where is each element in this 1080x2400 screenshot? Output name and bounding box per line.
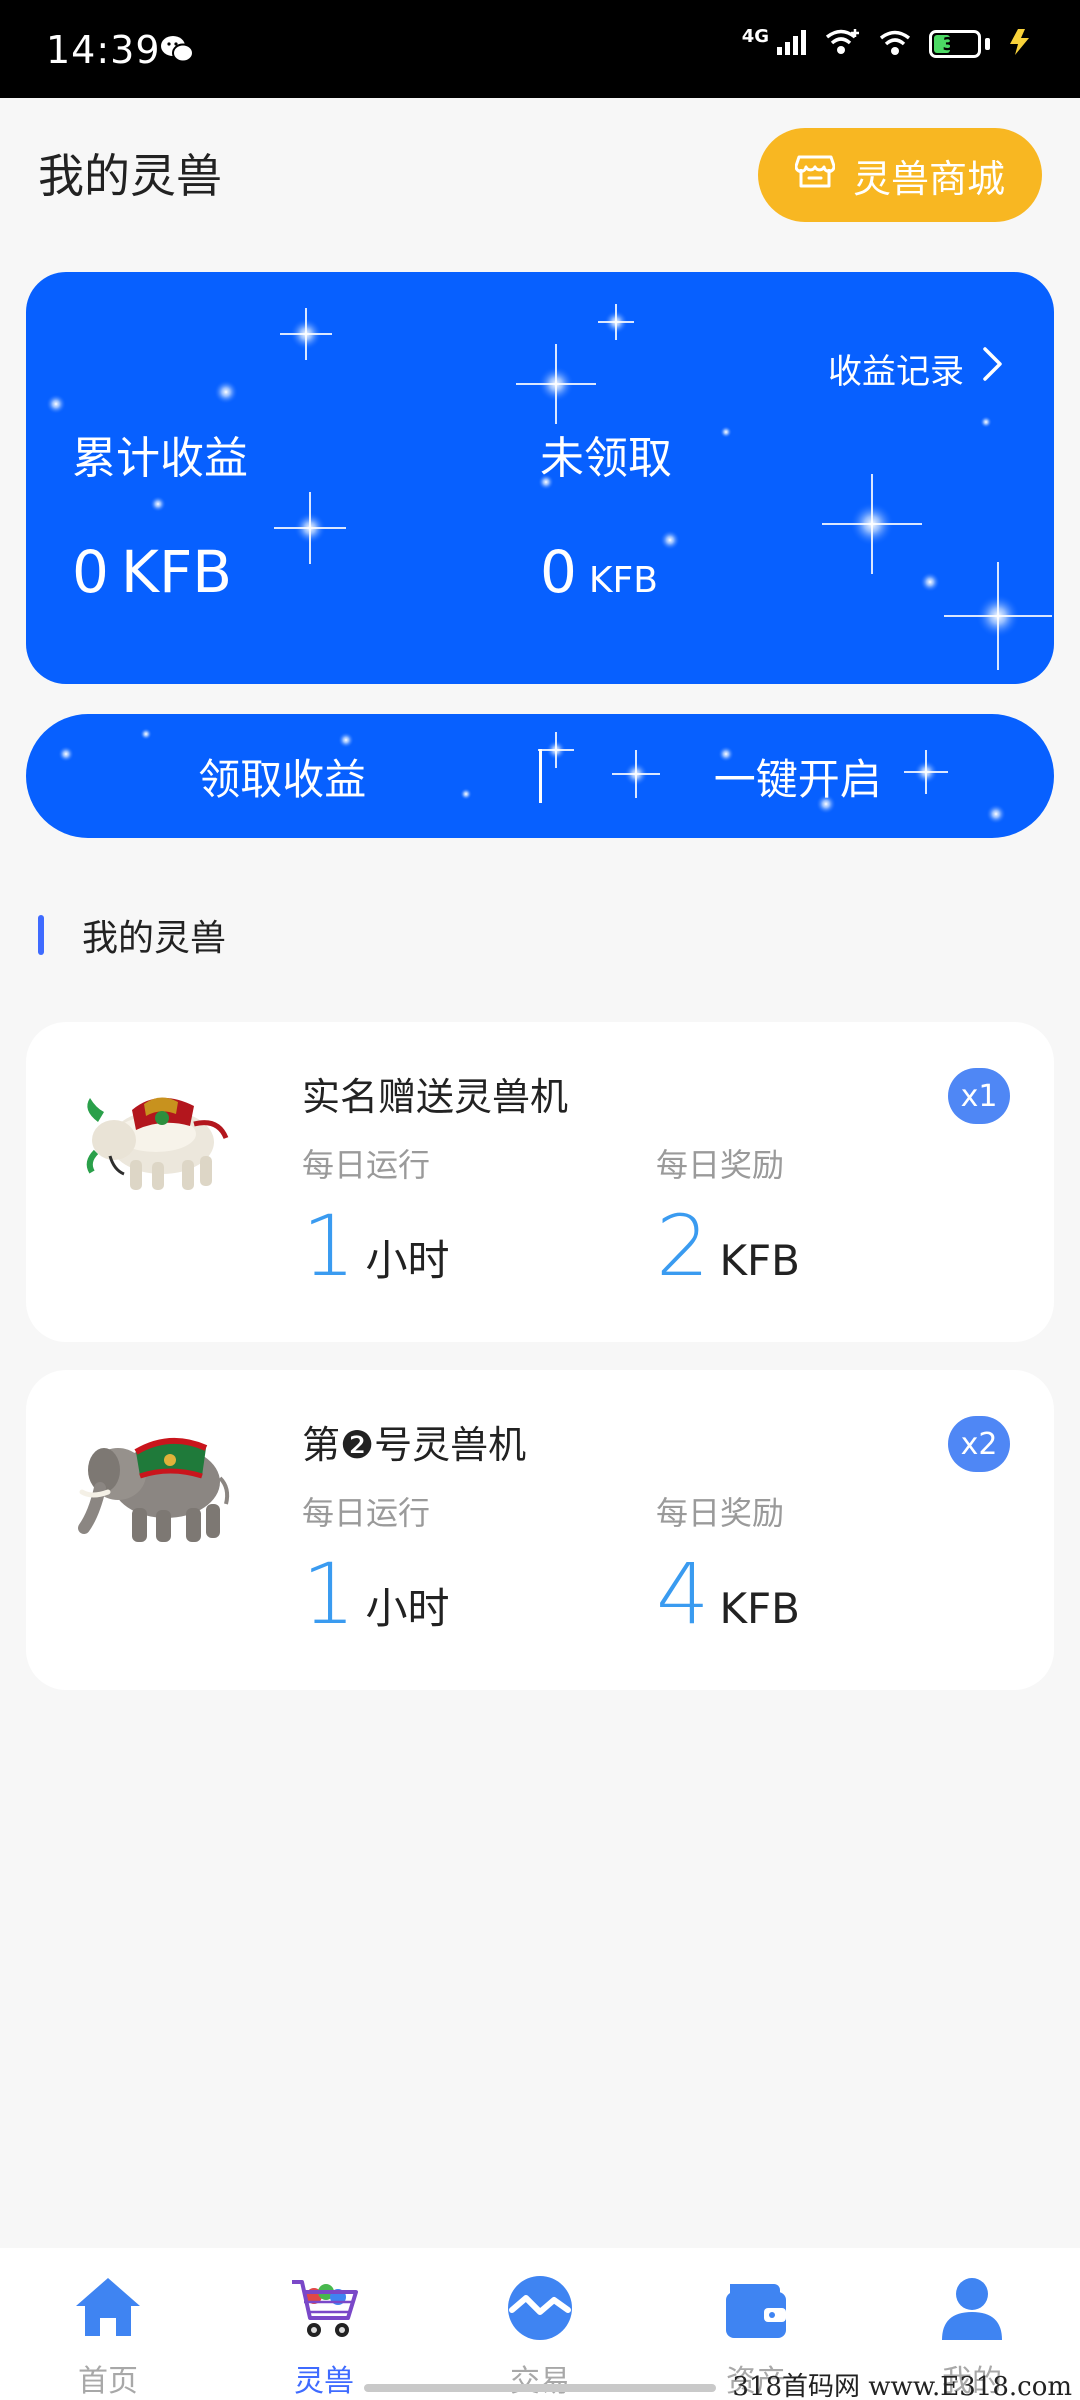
daily-run: 每日运行 1 小时 xyxy=(302,1488,449,1636)
daily-run-value: 1 小时 xyxy=(302,1552,449,1636)
sparkle xyxy=(920,572,940,592)
claim-earnings-button[interactable]: 领取收益 xyxy=(26,746,539,807)
earnings-card: 收益记录 累计收益 0 KFB 未领取 0 KFB xyxy=(26,272,1054,684)
sparkle-ray xyxy=(822,474,922,574)
daily-run-unit: 小时 xyxy=(365,1584,450,1633)
earnings-record-label: 收益记录 xyxy=(828,352,964,392)
nav-label-home: 首页 xyxy=(78,2364,138,2399)
section-accent-bar xyxy=(38,915,44,955)
network-type: 4G xyxy=(741,25,769,47)
battery-level: 37 xyxy=(942,33,968,55)
home-icon xyxy=(76,2278,140,2336)
daily-reward-number: 4 xyxy=(656,1545,710,1643)
daily-run-number: 1 xyxy=(302,1545,356,1643)
earnings-record-link[interactable]: 收益记录 xyxy=(828,344,1004,393)
sparkle xyxy=(140,728,152,740)
total-earnings-unit: KFB xyxy=(120,538,233,606)
unclaimed-unit: KFB xyxy=(588,560,658,601)
sparkle-ray xyxy=(598,304,634,340)
daily-reward-value: 2 KFB xyxy=(656,1204,800,1288)
sparkle-ray xyxy=(280,308,332,360)
daily-reward-number: 2 xyxy=(656,1197,710,1295)
sparkle xyxy=(986,804,1006,824)
daily-run-unit: 小时 xyxy=(365,1236,450,1285)
wifi-plus-icon xyxy=(825,28,861,60)
store-icon xyxy=(794,153,836,198)
status-icons: 4G 37 xyxy=(741,25,1032,60)
section-header: 我的灵兽 xyxy=(38,914,226,959)
daily-reward-unit: KFB xyxy=(719,1236,800,1285)
chevron-right-icon xyxy=(982,346,1004,391)
beast-card[interactable]: 第❷号灵兽机 x2 每日运行 1 小时 每日奖励 4 KFB xyxy=(26,1370,1054,1690)
daily-reward: 每日奖励 2 KFB xyxy=(656,1140,800,1288)
daily-reward-label: 每日奖励 xyxy=(656,1494,785,1532)
sparkle-ray xyxy=(944,562,1052,670)
watermark: 318首码网 www.E318.com xyxy=(732,2372,1072,2400)
daily-run-number: 1 xyxy=(302,1197,356,1295)
elephant-image xyxy=(78,1437,230,1542)
daily-reward-value: 4 KFB xyxy=(656,1552,800,1636)
sparkle-ray xyxy=(516,344,596,424)
beast-quantity-badge: x1 xyxy=(948,1068,1010,1124)
battery-cap xyxy=(985,38,990,50)
daily-run-label: 每日运行 xyxy=(302,1146,431,1184)
section-title: 我的灵兽 xyxy=(82,918,227,959)
total-earnings-value: 0 KFB xyxy=(72,538,248,606)
unclaimed-label: 未领取 xyxy=(540,433,672,484)
beast-name: 第❷号灵兽机 xyxy=(302,1423,527,1467)
daily-reward-label: 每日奖励 xyxy=(656,1146,785,1184)
wallet-icon xyxy=(726,2284,786,2338)
total-earnings-number: 0 xyxy=(72,538,109,606)
nav-item-trade[interactable]: 交易 xyxy=(432,2248,648,2400)
unclaimed-earnings: 未领取 0 KFB xyxy=(540,422,672,606)
cart-icon xyxy=(292,2280,358,2337)
beast-quantity-badge: x2 xyxy=(948,1416,1010,1472)
sparkle-ray xyxy=(274,492,346,564)
action-bar: 领取收益 一键开启 xyxy=(26,714,1054,838)
unclaimed-number: 0 xyxy=(540,538,577,606)
nav-item-home[interactable]: 首页 xyxy=(0,2248,216,2400)
daily-run-label: 每日运行 xyxy=(302,1494,431,1532)
beast-name: 实名赠送灵兽机 xyxy=(302,1075,569,1119)
total-earnings-label: 累计收益 xyxy=(72,433,248,484)
sparkle xyxy=(46,394,66,414)
wechat-icon xyxy=(160,34,194,68)
status-bar: 14:39 4G 37 xyxy=(0,0,1080,98)
one-click-start-button[interactable]: 一键开启 xyxy=(542,746,1055,807)
white-beast-image xyxy=(86,1097,229,1190)
trade-icon xyxy=(508,2276,572,2340)
status-time: 14:39 xyxy=(46,28,161,72)
battery-icon: 37 xyxy=(929,30,981,58)
beast-shop-label: 灵兽商城 xyxy=(852,156,1005,201)
sparkle xyxy=(980,416,992,428)
page-title: 我的灵兽 xyxy=(38,149,222,203)
daily-reward: 每日奖励 4 KFB xyxy=(656,1488,800,1636)
user-icon xyxy=(942,2278,1002,2340)
nav-item-beast[interactable]: 灵兽 xyxy=(216,2248,432,2400)
signal-icon xyxy=(777,29,807,59)
beast-shop-button[interactable]: 灵兽商城 xyxy=(758,128,1042,222)
sparkle xyxy=(720,426,732,438)
unclaimed-value: 0 KFB xyxy=(540,538,672,606)
daily-reward-unit: KFB xyxy=(719,1584,800,1633)
wifi-icon xyxy=(879,29,911,59)
total-earnings: 累计收益 0 KFB xyxy=(72,422,248,606)
home-indicator[interactable] xyxy=(364,2384,716,2392)
beast-card[interactable]: 实名赠送灵兽机 x1 每日运行 1 小时 每日奖励 2 KFB xyxy=(26,1022,1054,1342)
nav-label-trade: 交易 xyxy=(510,2364,570,2399)
nav-label-beast: 灵兽 xyxy=(294,2364,354,2399)
daily-run-value: 1 小时 xyxy=(302,1204,449,1288)
charging-icon xyxy=(1008,28,1032,60)
daily-run: 每日运行 1 小时 xyxy=(302,1140,449,1288)
sparkle xyxy=(214,380,238,404)
